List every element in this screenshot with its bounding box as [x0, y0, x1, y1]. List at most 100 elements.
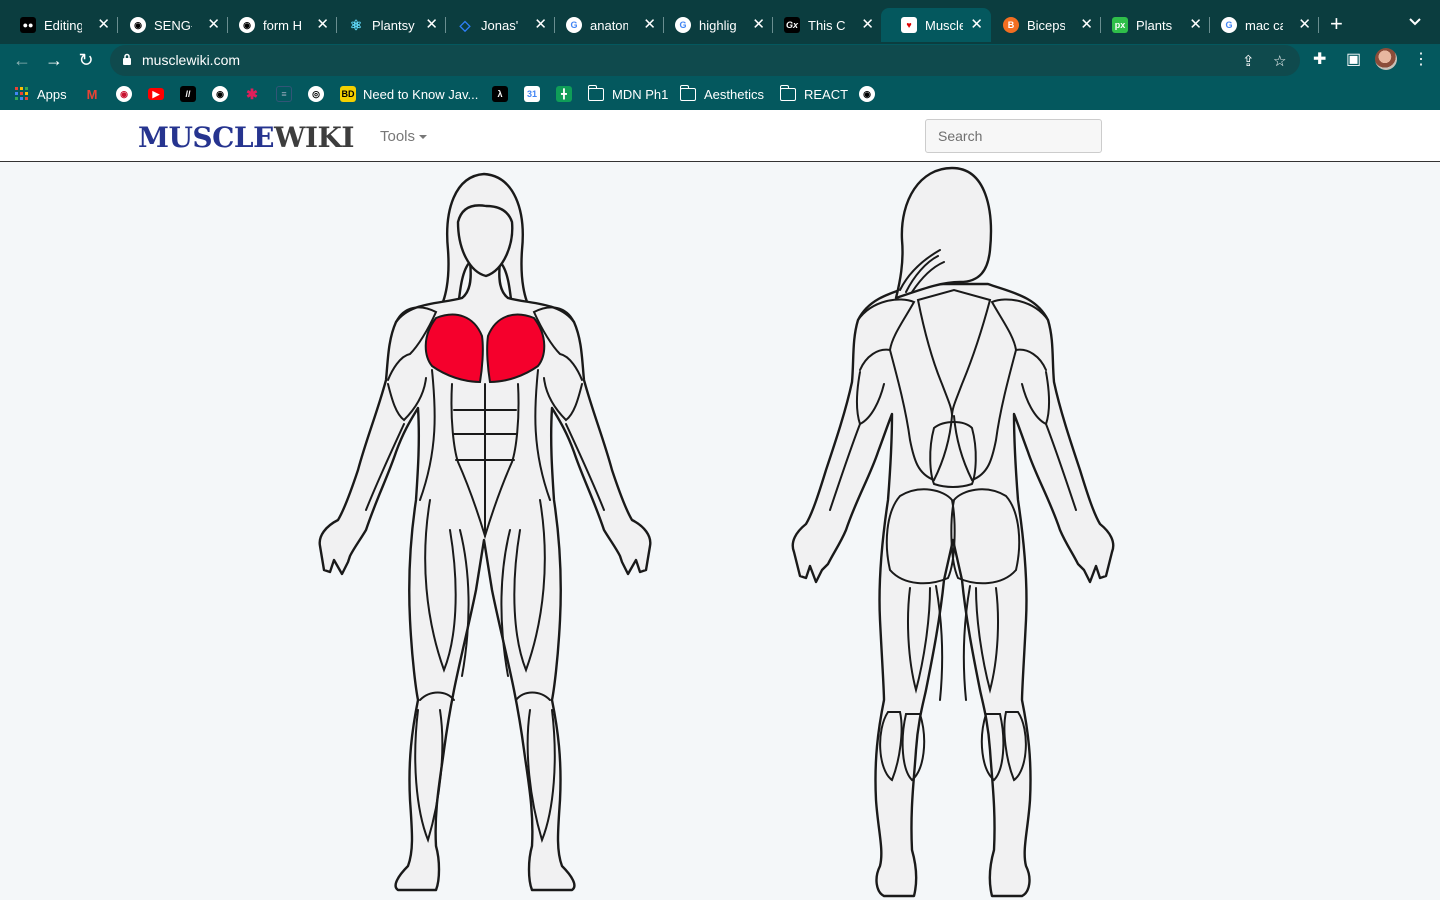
tab-title: form HT — [263, 17, 301, 33]
orange-circle-icon: B — [1003, 17, 1019, 33]
tab-title: Editing ( — [44, 17, 82, 33]
chevron-down-icon[interactable] — [1408, 14, 1422, 32]
github-icon: ◉ — [130, 17, 146, 33]
forward-arrow-icon[interactable]: → — [42, 48, 66, 72]
tab-jonas[interactable]: ◇ Jonas' F ✕ — [437, 8, 555, 42]
bookmark-folder-react[interactable]: REACT — [779, 84, 849, 103]
tab-separator — [1318, 17, 1319, 33]
star-icon[interactable]: ☆ — [1273, 52, 1286, 70]
tab-title: mac cap — [1245, 17, 1283, 33]
github-icon: ◉ — [859, 86, 875, 102]
tools-label: Tools — [380, 128, 416, 145]
bookmark-need-to-know[interactable]: BD Need to Know Jav... — [340, 85, 478, 103]
tab-title: SENG-E — [154, 17, 192, 33]
folder-icon — [679, 84, 696, 101]
github-icon: ◉ — [212, 86, 228, 102]
menu-dots-icon[interactable]: ⋮ — [1413, 49, 1429, 69]
bookmark-github[interactable]: ◉ — [212, 85, 235, 103]
bookmark-circle[interactable]: ◎ — [308, 85, 331, 103]
tab-biceps[interactable]: B Biceps I ✕ — [983, 8, 1101, 42]
folder-icon — [779, 84, 796, 101]
close-icon[interactable]: ✕ — [97, 17, 110, 33]
tab-title: Plants L — [1136, 17, 1174, 33]
folder-icon — [587, 84, 604, 101]
address-bar[interactable]: musclewiki.com ⇪ ☆ — [110, 45, 1300, 76]
diamond-icon: ◇ — [459, 16, 471, 33]
bookmark-calendar[interactable]: 31 — [524, 85, 547, 103]
tab-this-co[interactable]: Gx This Co ✕ — [764, 8, 882, 42]
bookmark-lambda[interactable]: λ — [492, 85, 515, 103]
tab-mac-cap[interactable]: G mac cap ✕ — [1201, 8, 1319, 42]
circle-icon: ◎ — [308, 86, 324, 102]
google-icon: G — [566, 17, 582, 33]
tab-highlight[interactable]: G highligh ✕ — [655, 8, 773, 42]
youtube-icon: ▶ — [148, 88, 164, 100]
browser-tab-bar: ●● Editing ( ✕ ◉ SENG-E ✕ ◉ form HT ✕ ⚛ … — [0, 0, 1440, 44]
tab-editing[interactable]: ●● Editing ( ✕ — [0, 8, 118, 42]
react-icon: ⚛ — [349, 16, 363, 33]
url-text: musclewiki.com — [142, 52, 241, 68]
back-hair — [894, 166, 993, 300]
bookmark-github-2[interactable]: ◉ — [859, 85, 882, 103]
tab-title: Biceps I — [1027, 17, 1065, 33]
bookmark-label: Aesthetics — [704, 86, 764, 102]
bookmarks-bar: Apps M ◉ ▶ // ◉ ✱ ≡ ◎ BD Need to Know Ja… — [0, 77, 1440, 110]
share-icon[interactable]: ⇪ — [1242, 52, 1255, 70]
tab-plants[interactable]: px Plants L ✕ — [1092, 8, 1210, 42]
back-body — [791, 166, 1115, 898]
bookmark-folder-aesthetics[interactable]: Aesthetics — [679, 84, 764, 103]
bookmark-apps[interactable]: Apps — [14, 85, 67, 103]
bookmark-label: Need to Know Jav... — [363, 86, 479, 102]
bookmark-sheets[interactable]: ╋ — [556, 85, 579, 103]
lambda-icon: λ — [492, 86, 508, 102]
caret-down-icon — [419, 135, 428, 140]
tab-form[interactable]: ◉ form HT ✕ — [219, 8, 337, 42]
lock-icon — [122, 53, 132, 71]
tab-title: MuscleV — [925, 17, 963, 33]
musclewiki-logo[interactable]: MUSCLEWIKI — [138, 121, 354, 154]
tab-title: Jonas' F — [481, 17, 519, 33]
tools-dropdown[interactable]: Tools — [380, 128, 428, 145]
bookmark-doc[interactable]: ≡ — [276, 85, 299, 103]
tab-seng[interactable]: ◉ SENG-E ✕ — [110, 8, 228, 42]
new-tab-plus-icon[interactable]: + — [1330, 12, 1343, 36]
back-silhouette — [791, 282, 1115, 898]
back-arrow-icon[interactable]: ← — [10, 48, 34, 72]
extensions-puzzle-icon[interactable]: ✚ — [1313, 49, 1326, 69]
close-icon[interactable]: ✕ — [970, 17, 983, 33]
bookmark-slash[interactable]: // — [180, 85, 203, 103]
front-silhouette — [318, 260, 652, 892]
bookmark-target[interactable]: ◉ — [116, 85, 139, 103]
bookmark-gmail[interactable]: M — [84, 85, 107, 103]
site-navbar: MUSCLEWIKI Tools — [0, 110, 1440, 162]
bookmark-label: MDN Ph1 — [612, 86, 669, 102]
bd-icon: BD — [340, 86, 356, 102]
body-map-svg — [318, 166, 1115, 898]
close-icon[interactable]: ✕ — [1298, 17, 1311, 33]
tab-anatomy[interactable]: G anatom ✕ — [546, 8, 664, 42]
logo-muscle-text: MUSCLE — [138, 121, 274, 154]
google-icon: G — [1221, 17, 1237, 33]
tab-title: highligh — [699, 17, 737, 33]
doc-icon: ≡ — [276, 86, 292, 102]
bookmark-slack[interactable]: ✱ — [244, 85, 267, 103]
search-input[interactable] — [925, 119, 1102, 153]
slack-icon: ✱ — [246, 85, 258, 102]
tab-title: This Co — [808, 17, 846, 33]
tab-plantsy[interactable]: ⚛ Plantsy ✕ — [328, 8, 446, 42]
slash-icon: // — [180, 86, 196, 102]
browser-toolbar: ← → ↻ musclewiki.com ⇪ ☆ ✚ ▣ ⋮ — [0, 44, 1440, 77]
sidebar-icon[interactable]: ▣ — [1346, 49, 1361, 69]
bookmark-youtube[interactable]: ▶ — [148, 85, 171, 103]
front-body — [318, 172, 652, 892]
gx-icon: Gx — [784, 17, 800, 33]
logo-wiki-text: WIKI — [273, 121, 354, 154]
reload-icon[interactable]: ↻ — [74, 48, 98, 72]
close-icon[interactable]: ✕ — [861, 17, 874, 33]
tab-musclewiki[interactable]: ♥ MuscleV ✕ — [881, 8, 991, 42]
tab-title: anatom — [590, 17, 628, 33]
muscle-diagram — [0, 162, 1440, 900]
profile-avatar[interactable] — [1375, 48, 1397, 70]
bookmark-folder-mdn[interactable]: MDN Ph1 — [587, 84, 669, 103]
bookmark-label: REACT — [804, 86, 849, 102]
